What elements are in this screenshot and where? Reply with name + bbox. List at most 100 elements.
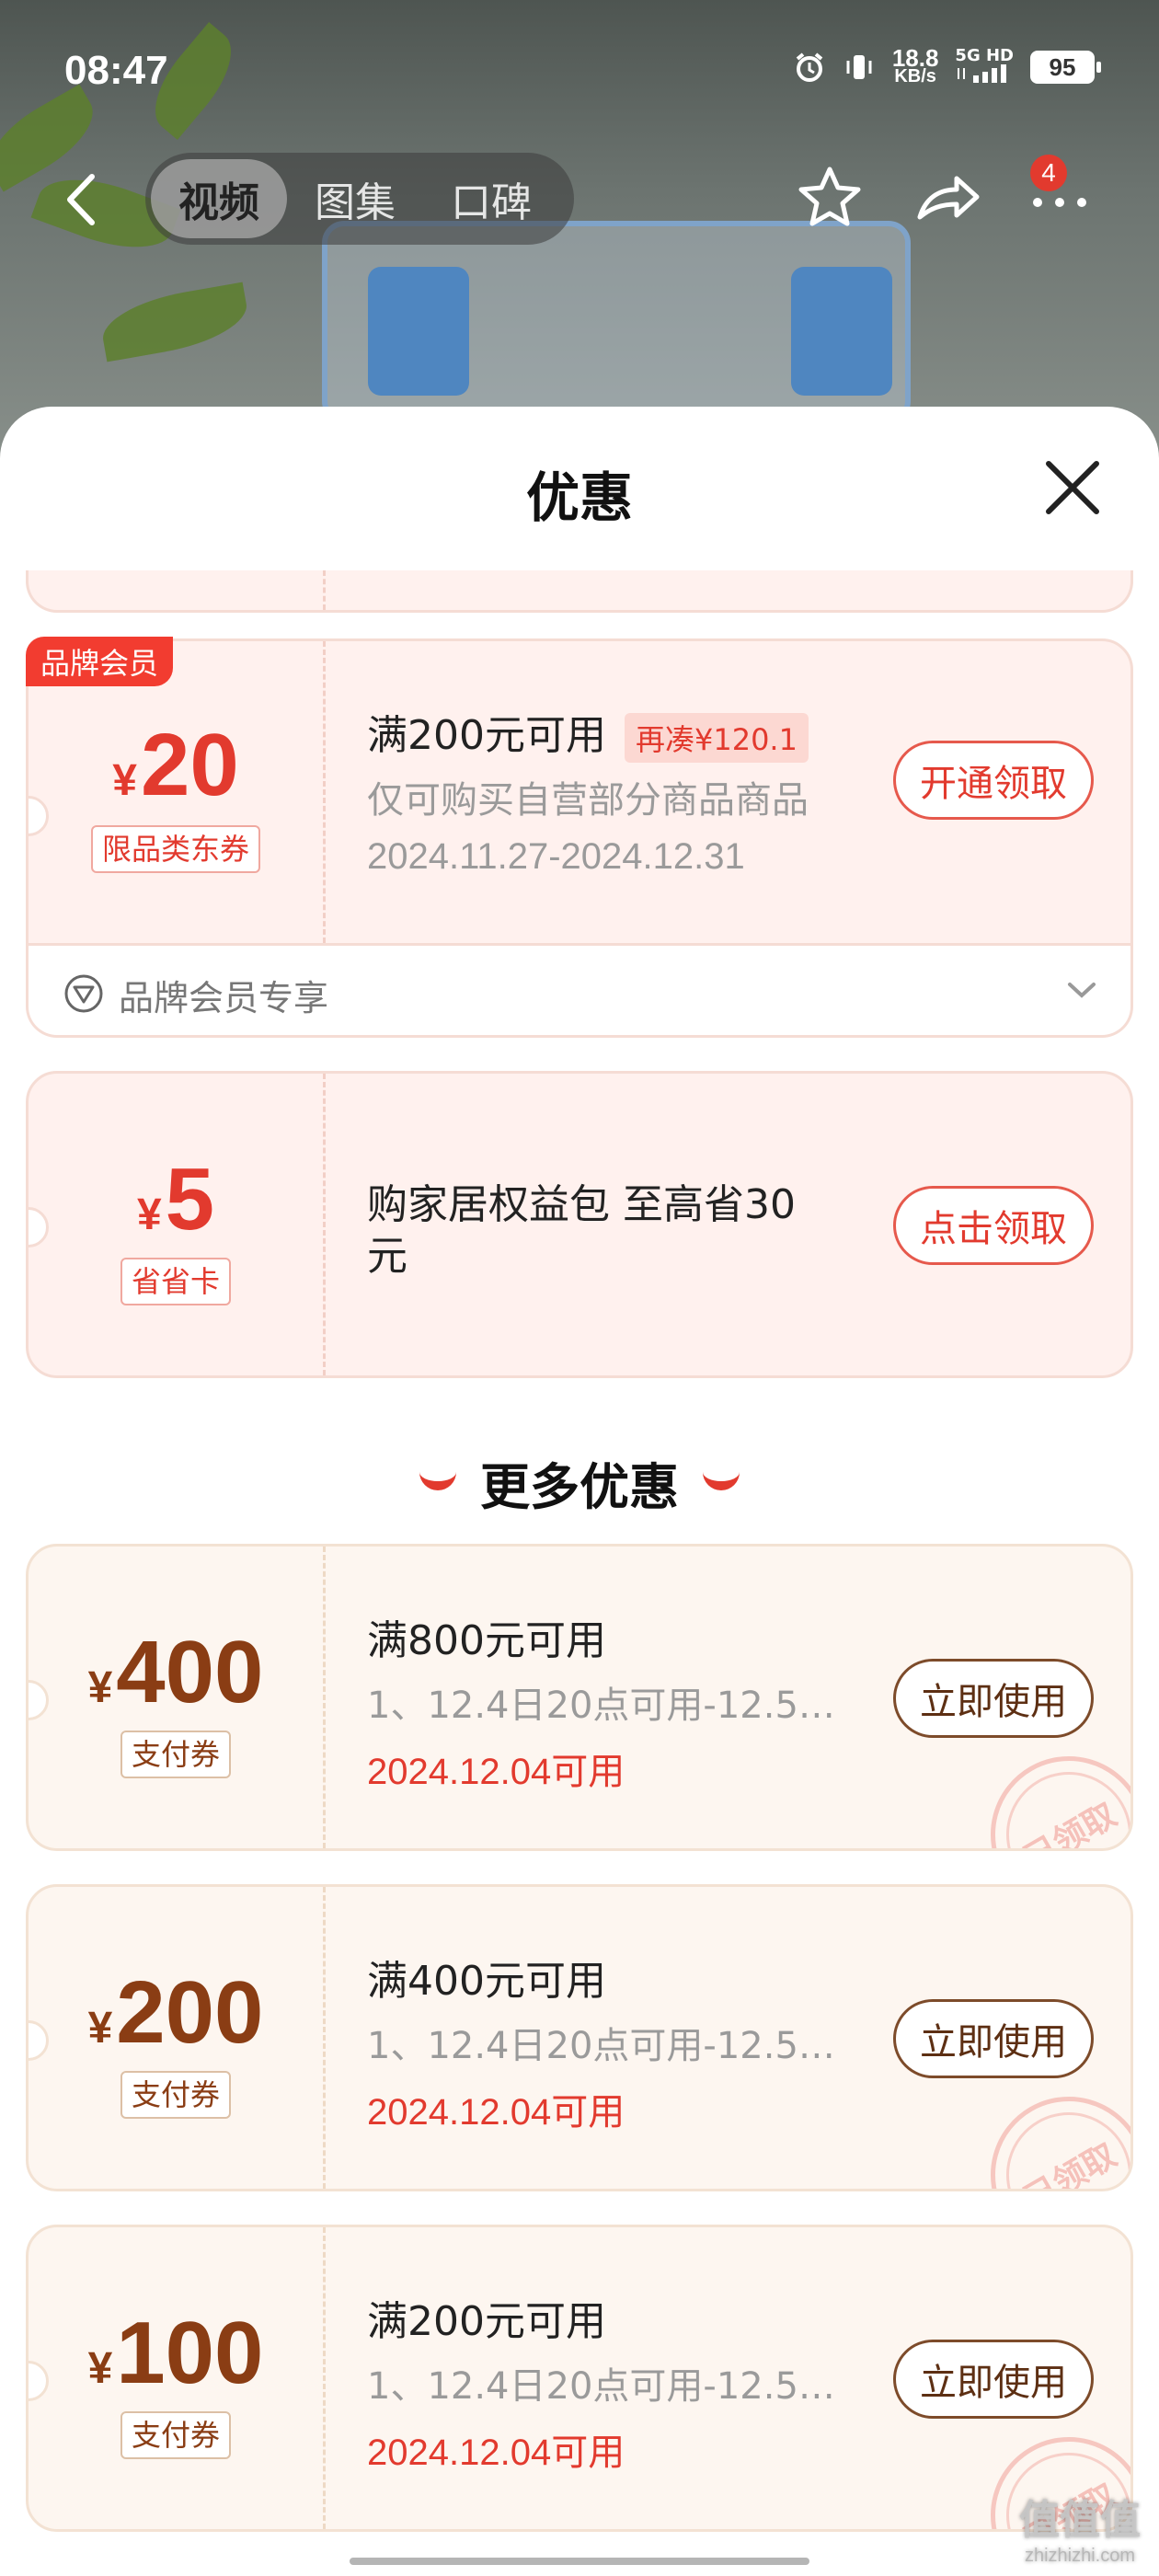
watermark-site: zhizhizhi.com	[1024, 2546, 1136, 2566]
sheet-title: 优惠	[525, 466, 633, 529]
activate-claim-button[interactable]: 开通领取	[893, 741, 1094, 820]
coupon-divider	[323, 2227, 326, 2529]
coupon-date: 2024.12.04可用	[367, 1752, 625, 1792]
claimed-stamp: 已领取	[961, 2067, 1130, 2189]
coupon-condition: 满200元可用 再凑¥120.1	[367, 702, 809, 763]
tab-gallery[interactable]: 图集	[287, 159, 423, 238]
gap-amount-tag: 再凑¥120.1	[624, 713, 809, 763]
chevron-left-icon	[67, 174, 95, 225]
currency-symbol: ¥	[87, 1663, 113, 1712]
back-button[interactable]	[55, 167, 110, 232]
coupon-date: 2024.12.04可用	[367, 2432, 625, 2473]
coupon-type-label: 支付券	[120, 2071, 231, 2119]
brand-member-footer[interactable]: 品牌会员专享	[26, 946, 1133, 1038]
amount-value: 400	[116, 1623, 264, 1721]
close-icon	[1046, 461, 1099, 514]
network-speed: 18.8 KB/s	[891, 44, 939, 86]
currency-symbol: ¥	[87, 2004, 113, 2053]
coupon-type: 支付券	[29, 2071, 323, 2119]
coupon-card: ¥100 支付券 满200元可用 1、12.4日20点可用-12.5… 2024…	[26, 2225, 1133, 2532]
leaf-decoration	[98, 282, 252, 362]
home-indicator[interactable]	[350, 2558, 809, 2565]
section-title-text: 更多优惠	[480, 1458, 679, 1516]
coupon-desc-line1: 购家居权益包 至高省30	[367, 1181, 796, 1228]
coupon-type-label: 支付券	[120, 1731, 231, 1778]
more-discounts-heading: 更多优惠	[0, 1446, 1159, 1519]
coupon-divider	[323, 1074, 326, 1375]
discount-sheet: 优惠 ¥20 限品类东券 满200元可用 再凑¥120.1 仅可购买自营部分商品商…	[0, 407, 1159, 2576]
coupon-card: ¥5 省省卡 购家居权益包 至高省30 元 点击领取	[26, 1071, 1133, 1378]
coupon-amount: ¥20	[29, 715, 323, 816]
tab-video[interactable]: 视频	[151, 159, 287, 238]
coupon-desc: 1、12.4日20点可用-12.5…	[367, 2025, 835, 2067]
use-now-button[interactable]: 立即使用	[893, 1659, 1094, 1738]
site-watermark: 值值值 zhizhizhi.com	[1019, 2487, 1141, 2567]
share-icon	[917, 176, 980, 220]
coupon-divider	[323, 1547, 326, 1848]
coupon-type-label: 支付券	[120, 2411, 231, 2459]
currency-symbol: ¥	[87, 2344, 113, 2393]
member-exclusive-label: 品牌会员专享	[119, 978, 329, 1018]
coupon-desc-line2: 元	[367, 1233, 407, 1280]
top-nav: 视频 图集 口碑 4	[0, 147, 1159, 248]
coupon-condition: 满400元可用	[367, 1958, 606, 2005]
coupon-card-partial	[26, 570, 1133, 613]
coupon-condition: 满200元可用	[367, 2298, 606, 2345]
media-tabs: 视频 图集 口碑	[145, 153, 574, 245]
speed-value: 18.8	[891, 44, 939, 72]
status-bar: 08:47 18.8 KB/s 5G HD 95	[0, 0, 1159, 138]
coupon-divider	[323, 641, 326, 943]
smile-decoration-icon	[703, 1472, 740, 1491]
share-button[interactable]	[911, 160, 984, 234]
coupon-amount: ¥400	[29, 1622, 323, 1723]
alarm-icon	[793, 51, 826, 84]
coupon-amount: ¥100	[29, 2303, 323, 2404]
coupon-date: 2024.12.04可用	[367, 2092, 625, 2133]
chevron-down-icon	[1068, 983, 1096, 998]
coupon-card: ¥200 支付券 满400元可用 1、12.4日20点可用-12.5… 2024…	[26, 1884, 1133, 2191]
claimed-stamp: 已领取	[961, 1727, 1130, 1848]
container-clip	[368, 267, 469, 396]
coupon-amount: ¥200	[29, 1962, 323, 2064]
condition-text: 满200元可用	[367, 712, 606, 759]
more-button[interactable]: 4	[1023, 155, 1096, 234]
amount-value: 20	[140, 716, 239, 814]
coupon-type: 支付券	[29, 2411, 323, 2459]
tab-reviews[interactable]: 口碑	[423, 159, 559, 238]
coupon-divider	[323, 570, 326, 610]
member-badge-icon	[64, 974, 103, 1013]
vibrate-icon	[843, 51, 876, 84]
coupon-desc: 仅可购买自营部分商品商品	[367, 779, 809, 822]
status-icons: 18.8 KB/s 5G HD 95	[793, 44, 1101, 86]
use-now-button[interactable]: 立即使用	[893, 2340, 1094, 2419]
network-type: 5G HD	[955, 46, 1014, 65]
amount-value: 200	[116, 1963, 264, 2062]
claim-button[interactable]: 点击领取	[893, 1186, 1094, 1265]
currency-symbol: ¥	[112, 756, 137, 805]
status-time: 08:47	[64, 48, 168, 93]
coupon-card: ¥20 限品类东券 满200元可用 再凑¥120.1 仅可购买自营部分商品商品 2…	[26, 638, 1133, 946]
coupon-type: 支付券	[29, 1731, 323, 1778]
use-now-button[interactable]: 立即使用	[893, 1999, 1094, 2078]
speed-unit: KB/s	[894, 66, 936, 86]
container-clip	[791, 267, 892, 396]
coupon-type: 省省卡	[29, 1258, 323, 1305]
coupon-date: 2024.11.27-2024.12.31	[367, 836, 745, 877]
coupon-condition: 满800元可用	[367, 1617, 606, 1664]
coupon-type-label: 限品类东券	[90, 825, 260, 873]
notification-badge: 4	[1030, 155, 1067, 191]
smile-decoration-icon	[419, 1472, 456, 1491]
brand-member-tag: 品牌会员	[26, 637, 174, 686]
amount-value: 5	[165, 1150, 215, 1248]
close-button[interactable]	[1039, 454, 1106, 521]
signal-bars-icon	[958, 64, 1007, 83]
amount-value: 100	[116, 2304, 264, 2402]
coupon-divider	[323, 1887, 326, 2189]
battery-indicator: 95	[1030, 51, 1101, 84]
watermark-logo: 值值值	[1019, 2498, 1141, 2543]
coupon-amount: ¥5	[29, 1149, 323, 1250]
coupon-desc: 1、12.4日20点可用-12.5…	[367, 1685, 835, 1727]
signal-indicator: 5G HD	[955, 48, 1014, 86]
favorite-button[interactable]	[793, 160, 866, 234]
coupon-desc: 1、12.4日20点可用-12.5…	[367, 2365, 835, 2408]
